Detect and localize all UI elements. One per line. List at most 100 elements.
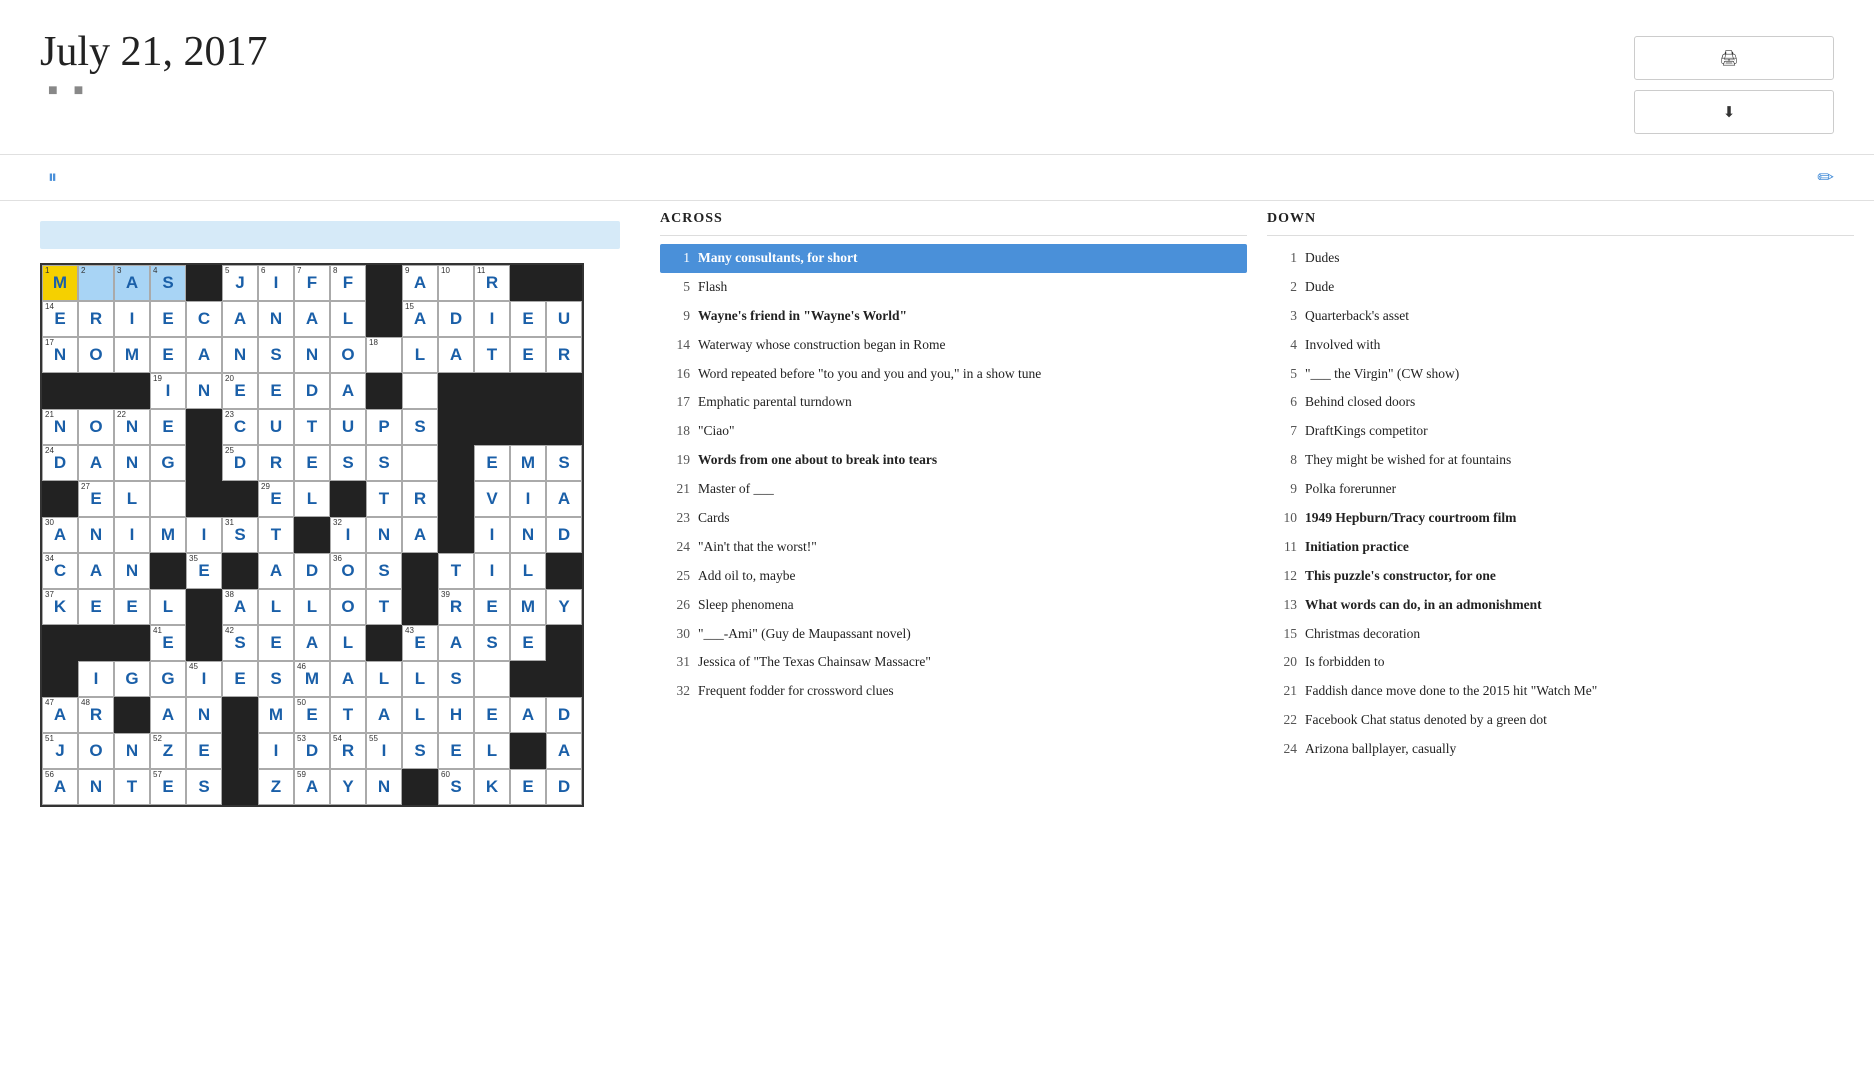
grid-cell[interactable] <box>474 661 510 697</box>
grid-cell[interactable]: A <box>330 661 366 697</box>
grid-cell[interactable]: T <box>258 517 294 553</box>
grid-cell[interactable]: L <box>330 625 366 661</box>
grid-cell[interactable] <box>78 373 114 409</box>
grid-cell[interactable] <box>510 373 546 409</box>
grid-cell[interactable]: S <box>258 337 294 373</box>
grid-cell[interactable]: A <box>78 553 114 589</box>
clue-item[interactable]: 6Behind closed doors <box>1267 388 1854 417</box>
grid-cell[interactable] <box>438 409 474 445</box>
grid-cell[interactable]: L <box>258 589 294 625</box>
grid-cell[interactable]: 32I <box>330 517 366 553</box>
grid-cell[interactable]: L <box>474 733 510 769</box>
grid-cell[interactable]: N <box>510 517 546 553</box>
grid-cell[interactable]: L <box>330 301 366 337</box>
grid-cell[interactable]: N <box>114 553 150 589</box>
grid-cell[interactable]: E <box>150 337 186 373</box>
grid-cell[interactable]: 59A <box>294 769 330 805</box>
grid-cell[interactable] <box>330 481 366 517</box>
clue-item[interactable]: 12This puzzle's constructor, for one <box>1267 562 1854 591</box>
grid-cell[interactable]: M <box>150 517 186 553</box>
grid-cell[interactable]: T <box>438 553 474 589</box>
grid-cell[interactable]: 34C <box>42 553 78 589</box>
grid-cell[interactable] <box>546 373 582 409</box>
clue-item[interactable]: 7DraftKings competitor <box>1267 417 1854 446</box>
grid-cell[interactable]: I <box>474 301 510 337</box>
grid-cell[interactable]: M <box>258 697 294 733</box>
clue-item[interactable]: 21Master of ___ <box>660 475 1247 504</box>
grid-cell[interactable]: N <box>114 733 150 769</box>
grid-cell[interactable]: 55I <box>366 733 402 769</box>
grid-cell[interactable]: 9A <box>402 265 438 301</box>
grid-cell[interactable] <box>546 661 582 697</box>
clue-item[interactable]: 1Many consultants, for short <box>660 244 1247 273</box>
grid-cell[interactable]: M <box>510 445 546 481</box>
grid-cell[interactable]: I <box>510 481 546 517</box>
clue-item[interactable]: 15Christmas decoration <box>1267 620 1854 649</box>
pause-icon[interactable]: ⏸ <box>48 167 59 188</box>
grid-cell[interactable]: M <box>114 337 150 373</box>
grid-cell[interactable]: E <box>510 769 546 805</box>
grid-cell[interactable]: E <box>222 661 258 697</box>
grid-cell[interactable]: E <box>474 697 510 733</box>
across-lite-button[interactable]: ⬇ <box>1634 90 1834 134</box>
clue-item[interactable]: 21Faddish dance move done to the 2015 hi… <box>1267 677 1854 706</box>
grid-cell[interactable]: 41E <box>150 625 186 661</box>
clue-item[interactable]: 19Words from one about to break into tea… <box>660 446 1247 475</box>
grid-cell[interactable]: L <box>150 589 186 625</box>
grid-cell[interactable]: 14E <box>42 301 78 337</box>
grid-cell[interactable]: T <box>330 697 366 733</box>
grid-cell[interactable] <box>438 373 474 409</box>
grid-cell[interactable] <box>402 769 438 805</box>
grid-cell[interactable]: A <box>150 697 186 733</box>
grid-cell[interactable] <box>546 265 582 301</box>
grid-cell[interactable] <box>474 409 510 445</box>
grid-cell[interactable]: 45I <box>186 661 222 697</box>
grid-cell[interactable]: I <box>114 301 150 337</box>
grid-cell[interactable]: R <box>546 337 582 373</box>
crossword-grid[interactable]: 1M23A4S5J6I7F8F9A1011R14ERIECANAL15ADIEU… <box>40 263 584 807</box>
grid-cell[interactable]: T <box>366 589 402 625</box>
clue-item[interactable]: 9Polka forerunner <box>1267 475 1854 504</box>
print-button[interactable]: 🖨 <box>1634 36 1834 80</box>
grid-cell[interactable] <box>42 625 78 661</box>
grid-cell[interactable]: 53D <box>294 733 330 769</box>
grid-cell[interactable]: T <box>366 481 402 517</box>
grid-cell[interactable] <box>546 625 582 661</box>
clue-item[interactable]: 101949 Hepburn/Tracy courtroom film <box>1267 504 1854 533</box>
grid-cell[interactable] <box>78 625 114 661</box>
grid-cell[interactable]: S <box>402 409 438 445</box>
grid-cell[interactable]: 24D <box>42 445 78 481</box>
grid-cell[interactable]: R <box>258 445 294 481</box>
clue-item[interactable]: 3Quarterback's asset <box>1267 302 1854 331</box>
grid-cell[interactable]: A <box>78 445 114 481</box>
grid-cell[interactable]: 29E <box>258 481 294 517</box>
grid-cell[interactable]: E <box>510 337 546 373</box>
grid-cell[interactable] <box>114 625 150 661</box>
grid-cell[interactable]: 56A <box>42 769 78 805</box>
clue-item[interactable]: 32Frequent fodder for crossword clues <box>660 677 1247 706</box>
grid-cell[interactable]: 2 <box>78 265 114 301</box>
grid-cell[interactable]: U <box>546 301 582 337</box>
grid-cell[interactable]: 46M <box>294 661 330 697</box>
grid-cell[interactable] <box>186 265 222 301</box>
grid-cell[interactable] <box>510 265 546 301</box>
grid-cell[interactable]: S <box>330 445 366 481</box>
grid-cell[interactable]: 22N <box>114 409 150 445</box>
grid-cell[interactable]: V <box>474 481 510 517</box>
grid-cell[interactable] <box>222 553 258 589</box>
grid-cell[interactable]: 11R <box>474 265 510 301</box>
grid-cell[interactable]: S <box>438 661 474 697</box>
grid-cell[interactable]: G <box>114 661 150 697</box>
grid-cell[interactable]: P <box>366 409 402 445</box>
grid-cell[interactable]: E <box>150 409 186 445</box>
grid-cell[interactable]: E <box>510 301 546 337</box>
grid-cell[interactable]: A <box>366 697 402 733</box>
grid-cell[interactable]: A <box>330 373 366 409</box>
grid-cell[interactable]: 27E <box>78 481 114 517</box>
grid-cell[interactable]: C <box>186 301 222 337</box>
grid-cell[interactable]: A <box>510 697 546 733</box>
grid-cell[interactable]: 35E <box>186 553 222 589</box>
grid-cell[interactable]: T <box>474 337 510 373</box>
grid-cell[interactable]: 7F <box>294 265 330 301</box>
clue-item[interactable]: 2Dude <box>1267 273 1854 302</box>
